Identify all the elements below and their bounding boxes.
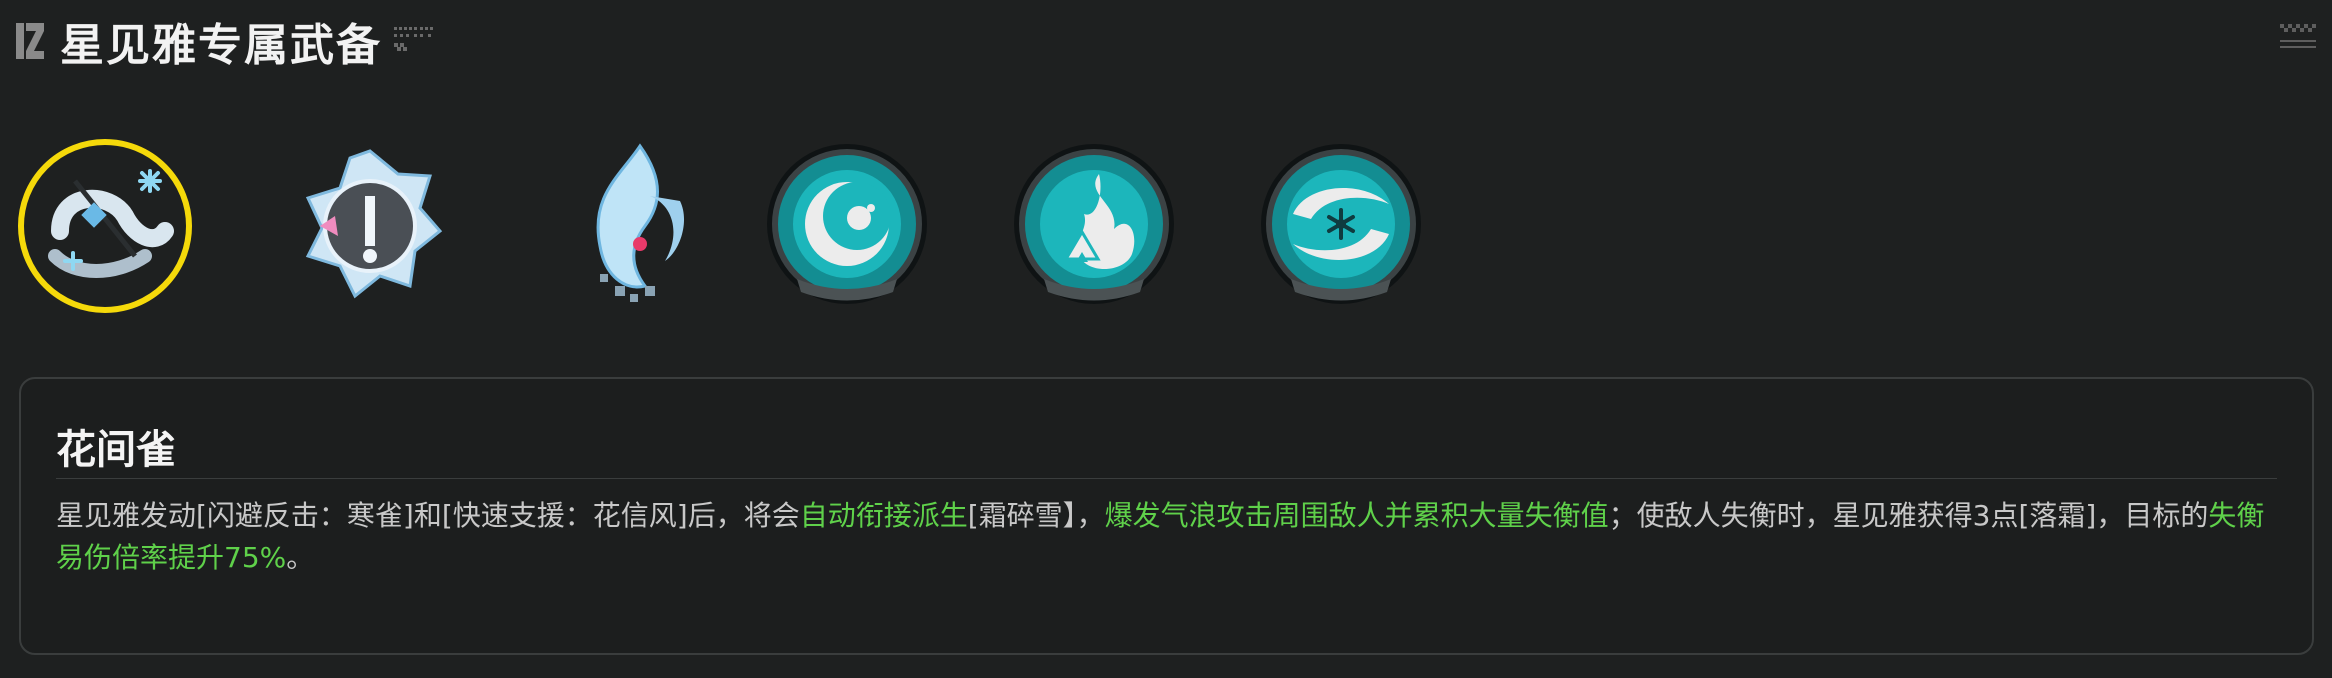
barcode-deco-icon	[394, 27, 433, 51]
ultimate-icon[interactable]	[1251, 134, 1431, 314]
page-header: 星见雅专属武备	[16, 16, 444, 71]
zzz-logo-icon	[16, 23, 44, 59]
desc-text: ；使敌人失衡时，星见雅获得3点[落霜]，目标的	[1608, 499, 2209, 532]
skill-icon-row	[0, 136, 1500, 321]
skill-title: 花间雀	[56, 427, 176, 473]
desc-highlight: 爆发气浪攻击周围敌人并累积大量失衡值	[1104, 499, 1609, 532]
desc-text: 星见雅发动[闪避反击：寒雀]和[快速支援：花信风]后，将会	[56, 499, 800, 532]
page-title: 星见雅专属武备	[60, 20, 382, 71]
skill-icon-shield-blade[interactable]	[280, 136, 460, 316]
desc-highlight: 自动衔接派生	[799, 499, 968, 532]
skill-description: 星见雅发动[闪避反击：寒雀]和[快速支援：花信风]后，将会自动衔接派生[霜碎雪】…	[56, 495, 2277, 579]
skill-icon-hua-jian-que[interactable]	[15, 136, 195, 316]
skill-icon-frost-blade[interactable]	[540, 136, 720, 316]
core-passive-icon[interactable]	[757, 134, 937, 314]
desc-text: [霜碎雪】，	[967, 499, 1105, 532]
divider	[56, 478, 2277, 479]
checker-deco-icon	[2280, 24, 2316, 48]
core-skill-icon[interactable]	[1004, 134, 1184, 314]
desc-text: 。	[286, 541, 315, 574]
skill-detail-panel: 花间雀 星见雅发动[闪避反击：寒雀]和[快速支援：花信风]后，将会自动衔接派生[…	[19, 377, 2314, 655]
